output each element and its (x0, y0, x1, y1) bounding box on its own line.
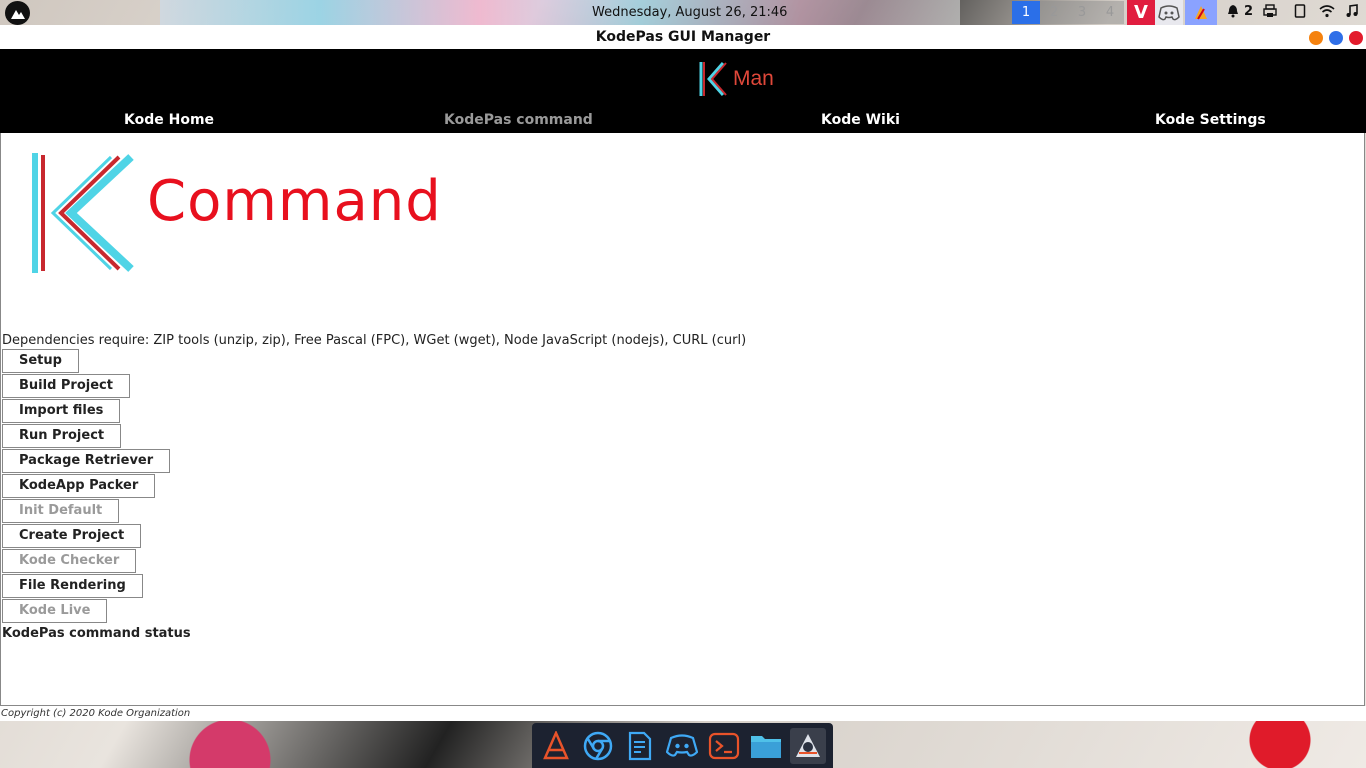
java-app-icon[interactable] (790, 727, 826, 764)
maximize-button[interactable] (1329, 31, 1343, 45)
workspace-4[interactable]: 4 (1096, 1, 1124, 24)
kodeapp-icon[interactable] (1185, 0, 1217, 25)
window-title-bar[interactable]: KodePas GUI Manager (0, 25, 1366, 49)
app-header: Man Kode Home KodePas command Kode Wiki … (0, 49, 1366, 133)
run-project-button[interactable]: Run Project (2, 424, 122, 448)
workspace-1[interactable]: 1 (1012, 1, 1040, 24)
package-retriever-button[interactable]: Package Retriever (2, 449, 171, 473)
kode-checker-button[interactable]: Kode Checker (2, 549, 137, 573)
printer-icon[interactable] (1263, 4, 1277, 22)
menu-launcher-icon[interactable] (5, 1, 30, 25)
k-logo-icon (699, 62, 727, 96)
import-files-button[interactable]: Import files (2, 399, 121, 423)
wifi-icon[interactable] (1319, 4, 1335, 22)
footer-strip (0, 706, 1366, 721)
build-project-button[interactable]: Build Project (2, 374, 130, 398)
window-title: KodePas GUI Manager (595, 29, 771, 45)
page-heading: Command (147, 169, 442, 234)
dependencies-text: Dependencies require: ZIP tools (unzip, … (2, 333, 747, 348)
bell-icon[interactable] (1226, 4, 1240, 22)
files-icon[interactable] (748, 728, 784, 764)
close-button[interactable] (1349, 31, 1363, 45)
command-buttons: Setup Build Project Import files Run Pro… (2, 349, 171, 624)
music-icon[interactable] (1345, 4, 1359, 22)
kodeapp-packer-button[interactable]: KodeApp Packer (2, 474, 156, 498)
nav-kode-settings[interactable]: Kode Settings (1155, 112, 1266, 128)
text-editor-icon[interactable] (622, 728, 658, 764)
workspace-3[interactable]: 3 (1068, 1, 1096, 24)
terminal-icon[interactable] (706, 728, 742, 764)
setup-button[interactable]: Setup (2, 349, 79, 373)
k-command-logo-icon (32, 153, 134, 273)
workspace-switcher: 1 2 3 4 (1012, 1, 1124, 24)
kode-live-button[interactable]: Kode Live (2, 599, 108, 623)
vivaldi-icon[interactable]: V (1127, 0, 1155, 25)
vlc-icon[interactable] (538, 728, 574, 764)
dock (532, 723, 833, 768)
copyright-text: Copyright (c) 2020 Kode Organization (1, 708, 191, 719)
create-project-button[interactable]: Create Project (2, 524, 142, 548)
minimize-button[interactable] (1309, 31, 1323, 45)
command-status: KodePas command status (2, 626, 191, 641)
workspace-2[interactable]: 2 (1040, 1, 1068, 24)
discord-icon[interactable] (1155, 0, 1183, 25)
nav-kode-wiki[interactable]: Kode Wiki (821, 112, 900, 128)
init-default-button[interactable]: Init Default (2, 499, 120, 523)
tablet-icon[interactable] (1294, 4, 1306, 22)
system-top-bar: Wednesday, August 26, 21:46 1 2 3 4 V 2 (0, 0, 1366, 25)
notification-count: 2 (1244, 4, 1254, 19)
discord-icon[interactable] (664, 728, 700, 764)
logo-text: Man (733, 67, 774, 90)
nav-kode-home[interactable]: Kode Home (124, 112, 214, 128)
nav-kodepas-command[interactable]: KodePas command (444, 112, 593, 128)
chrome-icon[interactable] (580, 728, 616, 764)
clock[interactable]: Wednesday, August 26, 21:46 (592, 5, 787, 20)
kman-logo: Man (697, 60, 774, 98)
file-rendering-button[interactable]: File Rendering (2, 574, 143, 598)
main-content: Command Dependencies require: ZIP tools … (0, 133, 1365, 706)
